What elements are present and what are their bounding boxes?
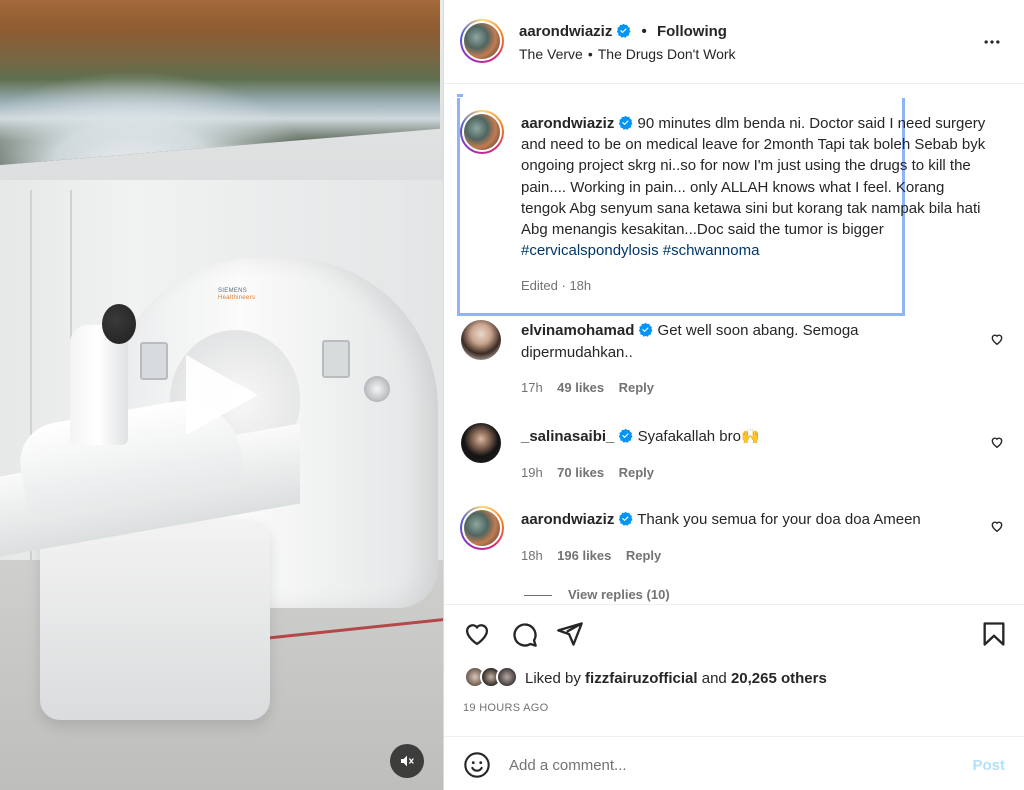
caption-meta: Edited · 18h — [521, 278, 592, 294]
emoji-smiley-icon[interactable] — [463, 751, 491, 779]
save-bookmark-icon[interactable] — [980, 620, 1008, 648]
comment-item: elvinamohamad Get well soon abang. Semog… — [521, 320, 941, 399]
liked-by-and: and — [701, 670, 727, 687]
separator-dot: • — [641, 23, 647, 40]
mri-control-panel — [322, 340, 350, 378]
comment-username[interactable]: _salinasaibi_ — [521, 428, 614, 445]
commenter-avatar[interactable] — [461, 423, 501, 463]
comment-likes[interactable]: 49 likes — [557, 380, 604, 395]
speaker-muted-icon — [401, 755, 414, 767]
reply-button[interactable]: Reply — [626, 548, 661, 563]
caption-author-avatar[interactable] — [460, 110, 504, 154]
comment-username[interactable]: elvinamohamad — [521, 322, 634, 339]
mri-knob — [364, 376, 390, 402]
reply-button[interactable]: Reply — [619, 380, 654, 395]
liked-by-others[interactable]: 20,265 others — [731, 670, 827, 687]
comment-item: aarondwiaziz Thank you semua for your do… — [521, 509, 941, 566]
add-comment-bar: Post — [444, 736, 1024, 790]
audio-attribution[interactable]: The Verve • The Drugs Don't Work — [519, 46, 736, 62]
verified-badge-icon — [619, 428, 633, 443]
post-header: aarondwiaziz • Following The Verve • The D… — [444, 0, 1024, 84]
commenter-avatar[interactable] — [460, 506, 504, 550]
view-replies-label: View replies (10) — [568, 587, 670, 602]
post-media-video[interactable]: SIEMENS Healthineers — [0, 0, 443, 790]
author-username[interactable]: aarondwiaziz — [519, 23, 612, 40]
mri-brand-label: SIEMENS Healthineers — [218, 288, 256, 301]
caption-text: 90 minutes dlm benda ni. Doctor said I n… — [521, 115, 986, 239]
caption-hashtags[interactable]: #cervicalspondylosis #schwannoma — [521, 242, 759, 259]
song-title: The Drugs Don't Work — [597, 46, 736, 62]
author-line: aarondwiaziz • Following — [519, 23, 727, 40]
like-comment-heart-icon[interactable] — [990, 435, 1004, 449]
comment-input[interactable] — [509, 753, 939, 777]
comment-item: _salinasaibi_ Syafakallah bro🙌 19h 70 li… — [521, 426, 941, 483]
replies-divider — [524, 595, 552, 597]
comment-text: Thank you semua for your doa doa Ameen — [637, 511, 921, 528]
comment-time[interactable]: 17h — [521, 380, 543, 395]
comment-username[interactable]: aarondwiaziz — [521, 511, 614, 528]
comment-time[interactable]: 19h — [521, 465, 543, 480]
caption-username[interactable]: aarondwiaziz — [521, 115, 614, 132]
mute-button[interactable] — [390, 744, 424, 778]
liked-by-user[interactable]: fizzfairuzofficial — [585, 670, 698, 687]
post-comment-button[interactable]: Post — [972, 757, 1005, 774]
share-paper-plane-icon[interactable] — [556, 620, 584, 648]
like-heart-icon[interactable] — [463, 620, 491, 648]
reply-button[interactable]: Reply — [619, 465, 654, 480]
comment-likes[interactable]: 196 likes — [557, 548, 611, 563]
technician-head — [102, 304, 136, 344]
comment-bubble-icon[interactable] — [510, 620, 538, 648]
comment-likes[interactable]: 70 likes — [557, 465, 604, 480]
verified-badge-icon — [619, 511, 633, 526]
song-artist: The Verve — [519, 46, 583, 62]
caption-time[interactable]: 18h — [569, 278, 591, 293]
commenter-avatar[interactable] — [461, 320, 501, 360]
author-avatar[interactable] — [460, 19, 504, 63]
like-comment-heart-icon[interactable] — [990, 519, 1004, 533]
liked-by-summary: Liked by fizzfairuzofficial and 20,265 o… — [525, 670, 827, 687]
comment-meta: 19h 70 likes Reply — [521, 462, 941, 484]
liked-by-prefix: Liked by — [525, 670, 581, 687]
post-timestamp[interactable]: 19 HOURS AGO — [463, 702, 549, 714]
verified-badge-icon — [639, 322, 653, 337]
mri-control-panel — [140, 342, 168, 380]
view-replies-button[interactable]: View replies (10) — [524, 587, 670, 602]
more-options-icon[interactable] — [981, 32, 1003, 52]
edited-label: Edited — [521, 278, 558, 294]
mri-table-base — [40, 520, 270, 720]
comment-meta: 17h 49 likes Reply — [521, 377, 941, 399]
play-icon[interactable] — [186, 355, 258, 435]
verified-badge-icon — [619, 115, 633, 130]
verified-badge-icon — [617, 23, 631, 38]
comment-meta: 18h 196 likes Reply — [521, 545, 941, 567]
separator-dot: • — [587, 46, 593, 62]
post-details-panel: aarondwiaziz • Following The Verve • The D… — [443, 0, 1024, 790]
post-caption: aarondwiaziz 90 minutes dlm benda ni. Do… — [521, 113, 991, 297]
following-button[interactable]: Following — [657, 23, 727, 40]
comment-text: Syafakallah bro🙌 — [637, 428, 760, 445]
like-comment-heart-icon[interactable] — [990, 332, 1004, 346]
comment-time[interactable]: 18h — [521, 548, 543, 563]
